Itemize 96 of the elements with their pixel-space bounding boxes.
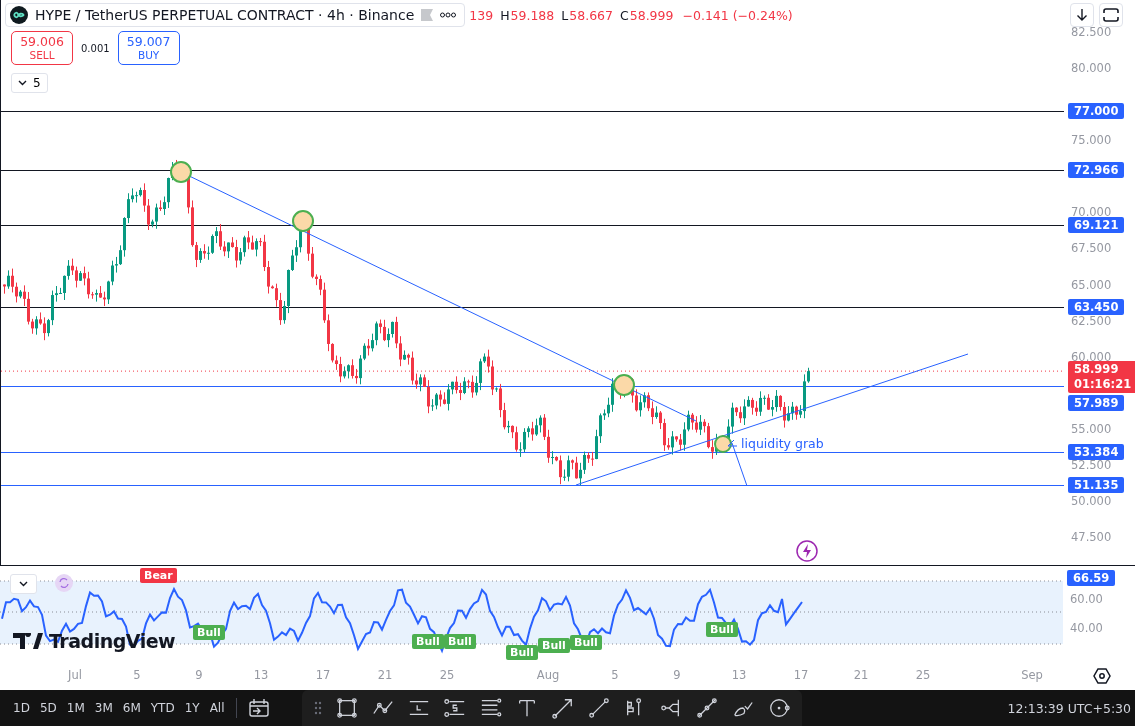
collapse-button[interactable] (10, 574, 37, 594)
trend-line-icon[interactable] (587, 697, 610, 719)
time-label: 13 (253, 668, 269, 682)
price-tag: 77.000 (1068, 103, 1125, 120)
bull-label: Bull (538, 638, 570, 653)
coin-logo-icon (10, 6, 28, 24)
axis-label: 67.500 (1071, 241, 1112, 256)
bull-label: Bull (444, 634, 476, 649)
calendar-icon[interactable] (247, 698, 270, 718)
circle-marker (613, 374, 635, 396)
circle-marker (292, 210, 314, 232)
range-button[interactable]: YTD (145, 701, 180, 715)
time-label: Aug (536, 668, 560, 682)
arrow-icon[interactable] (551, 697, 574, 719)
range-button[interactable]: 1D (8, 701, 35, 715)
bull-label: Bull (570, 635, 602, 650)
indicators-toggle-button[interactable]: 5 (11, 73, 48, 93)
axis-label: 50.000 (1071, 493, 1112, 508)
axis-label: 82.500 (1071, 25, 1112, 39)
axis-label: 62.500 (1071, 313, 1112, 328)
annotation-text: liquidity grab (741, 436, 824, 451)
fullscreen-button[interactable] (1099, 3, 1123, 27)
time-label: 9 (673, 668, 681, 682)
range-button[interactable]: 1M (61, 701, 90, 715)
range-button[interactable]: 5D (34, 701, 62, 715)
chevron-icon (19, 581, 28, 587)
ohlc-label: L (561, 7, 569, 23)
ohlc-value: 139 (469, 7, 494, 23)
time-label: 5 (133, 668, 141, 682)
time-label: 13 (731, 668, 747, 682)
price-change: −0.141 (−0.24%) (682, 7, 793, 23)
price-tag: 63.450 (1068, 298, 1125, 315)
axis-label: 80.000 (1071, 61, 1112, 76)
axis-label: 40.00 (1070, 621, 1103, 635)
time-label: 17 (793, 668, 809, 682)
target-icon[interactable] (767, 697, 790, 719)
bull-label: Bull (193, 625, 225, 640)
range-button[interactable]: 1Y (179, 701, 205, 715)
axis-label: 60.00 (1070, 592, 1103, 606)
buy-button[interactable]: 59.007 BUY (117, 31, 180, 65)
bull-label: Bull (412, 634, 444, 649)
nodes-line-icon[interactable] (695, 697, 718, 719)
price-tag: 53.384 (1068, 444, 1125, 461)
time-label: 17 (315, 668, 331, 682)
down-arrow-icon (1076, 8, 1088, 22)
rectangle-icon[interactable] (335, 697, 358, 719)
ohlc-value: 58.667 (569, 7, 613, 23)
axis-label: 60.000 (1071, 349, 1112, 364)
ohlc-value: 58.999 (629, 7, 674, 23)
range-button[interactable]: All (204, 701, 230, 715)
price-tag: 72.966 (1068, 161, 1125, 178)
axis-label: 65.000 (1071, 277, 1112, 292)
more-icon[interactable] (440, 12, 457, 18)
time-label: 21 (853, 668, 869, 682)
sell-button[interactable]: 59.006 SELL (11, 31, 73, 65)
bull-label: Bull (506, 645, 538, 660)
price-tag: 57.989 (1068, 395, 1125, 412)
circle-marker (714, 435, 732, 453)
time-label: 25 (915, 668, 931, 682)
price-tag: 69.121 (1068, 217, 1125, 234)
time-label: 25 (439, 668, 455, 682)
symbol-title-bar[interactable]: HYPE / TetherUS PERPETUAL CONTRACT · 4h · Binance (5, 3, 466, 27)
tradingview-logo-icon (13, 633, 43, 649)
time-label: 5 (611, 668, 619, 682)
time-label: Sep (1021, 668, 1043, 682)
refresh-icon[interactable] (55, 574, 73, 592)
axis-label: 75.000 (1071, 133, 1112, 148)
fullscreen-icon (1103, 8, 1119, 22)
parallel-lines-icon[interactable] (443, 697, 466, 719)
lightning-icon[interactable] (796, 540, 818, 562)
time-label: 9 (195, 668, 203, 682)
ohlc-value: 59.188 (510, 7, 555, 23)
time-label: Jul (68, 668, 82, 682)
clock: 12:13:39 UTC+5:30 (1007, 700, 1131, 716)
current-price: 58.999 (1074, 362, 1120, 378)
axis-label: 47.500 (1071, 530, 1112, 545)
price-tag: 51.135 (1068, 476, 1125, 493)
spread-value: 0.001 (81, 42, 110, 54)
bear-label: Bear (140, 568, 177, 583)
axis-label: 70.000 (1071, 205, 1112, 220)
axis-label: 55.000 (1071, 421, 1112, 436)
range-button[interactable]: 6M (117, 701, 146, 715)
chevron-icon (18, 80, 27, 86)
bar-countdown: 01:16:21 (1074, 377, 1132, 393)
bull-label: Bull (706, 622, 738, 637)
ohlc-label: H (500, 7, 510, 23)
circle-marker (170, 161, 192, 183)
range-button[interactable]: 3M (89, 701, 118, 715)
rsi-value-tag: 66.59 (1067, 570, 1116, 586)
settings-icon[interactable] (1093, 668, 1111, 684)
time-label: 21 (377, 668, 393, 682)
horizontal-lines-icon[interactable] (479, 697, 502, 719)
download-button[interactable] (1070, 3, 1094, 27)
symbol-title: HYPE / TetherUS PERPETUAL CONTRACT · 4h · Binance (35, 7, 415, 23)
grip-icon[interactable] (313, 701, 322, 715)
ohlc-label: C (620, 7, 629, 23)
